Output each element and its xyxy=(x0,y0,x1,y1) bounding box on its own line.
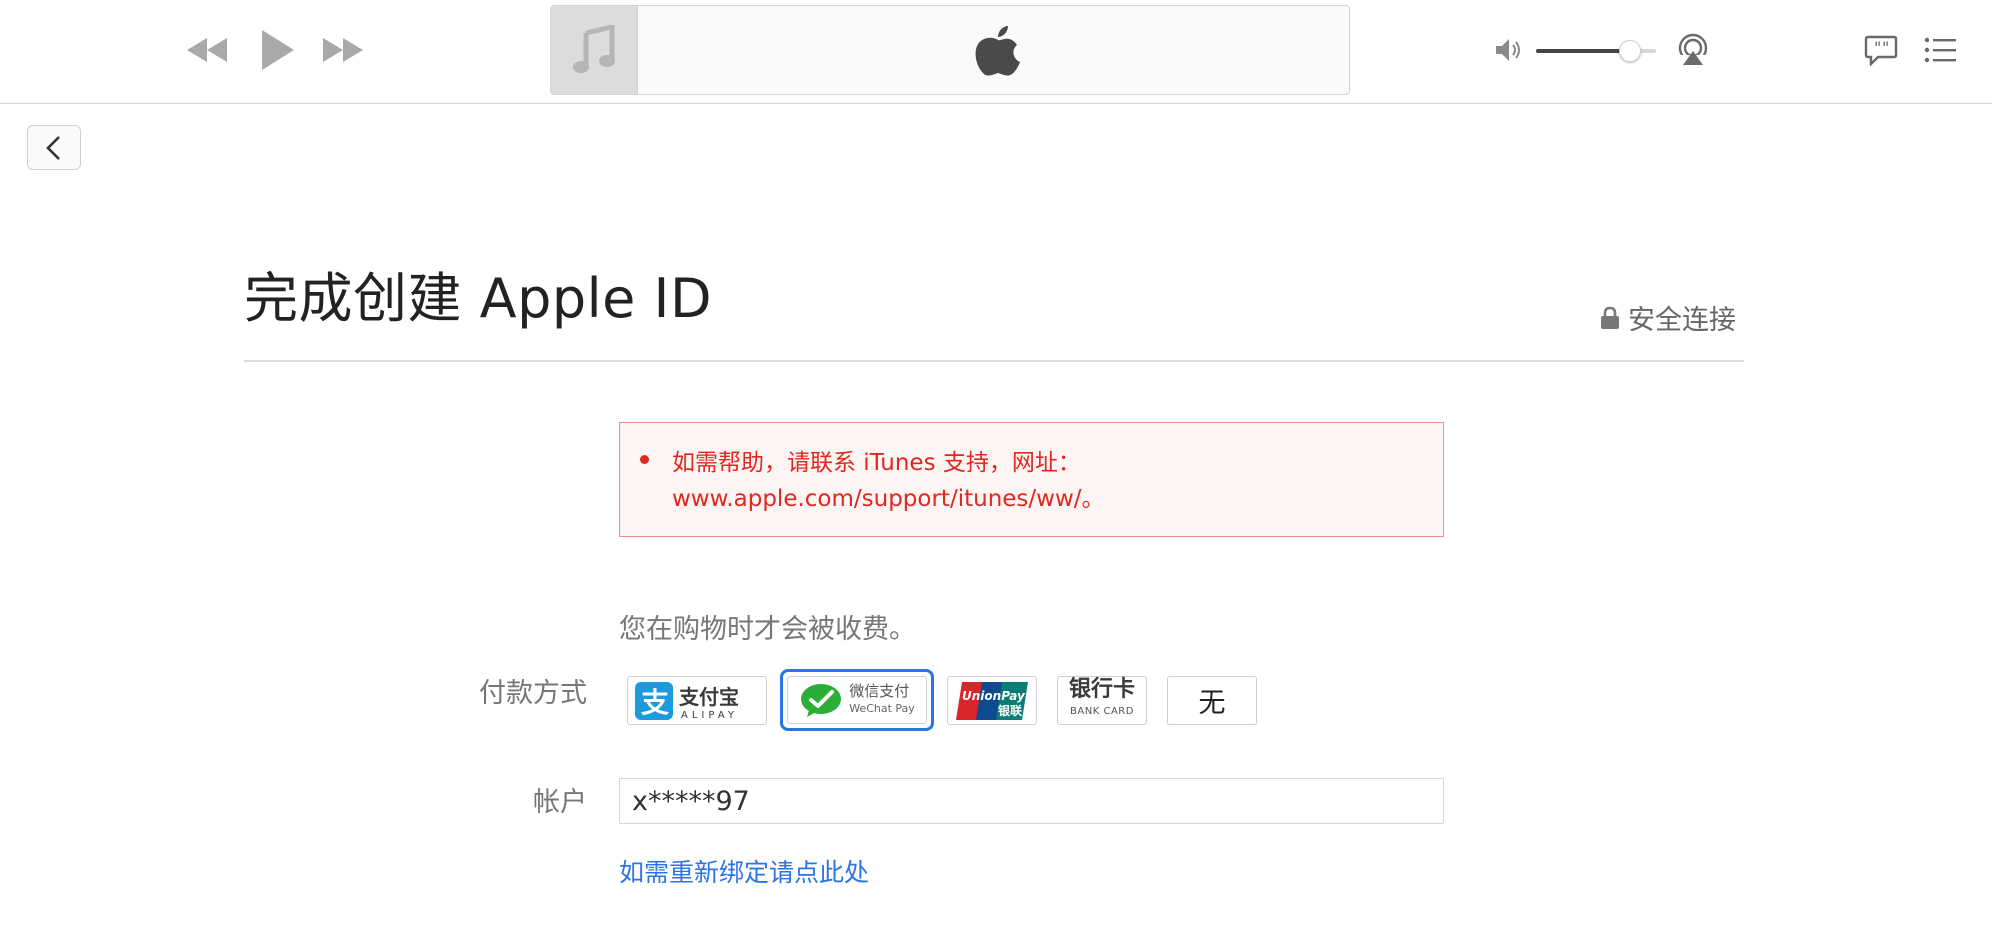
chevron-left-icon xyxy=(46,135,60,160)
lock-icon xyxy=(1601,306,1619,329)
wechat-name-en: WeChat Pay xyxy=(849,702,915,715)
secure-connection-indicator: 安全连接 xyxy=(1600,298,1736,337)
alipay-name-en: ALIPAY xyxy=(681,710,738,721)
unionpay-name-en: UnionPay xyxy=(962,689,1026,703)
wechat-pay-logo: 微信支付 WeChat Pay xyxy=(787,676,927,724)
payment-method-label: 付款方式 xyxy=(479,678,587,709)
volume-level-fill xyxy=(1536,49,1630,53)
rewind-button[interactable] xyxy=(180,28,234,72)
unionpay-logo: UnionPay 银联 xyxy=(956,681,1028,720)
alipay-name-cn: 支付宝 xyxy=(679,685,739,709)
music-note-icon xyxy=(573,25,615,73)
svg-text:支: 支 xyxy=(641,686,669,719)
now-playing-display xyxy=(550,5,1350,95)
payment-option-none[interactable]: 无 xyxy=(1167,676,1257,725)
payment-option-bank-card[interactable]: 银行卡 BANK CARD xyxy=(1057,676,1147,725)
payment-option-alipay[interactable]: 支 支付宝 ALIPAY xyxy=(627,676,767,725)
list-icon[interactable] xyxy=(1924,36,1956,64)
lyrics-bubble-icon[interactable]: " " xyxy=(1864,34,1898,66)
charge-note: 您在购物时才会被收费。 xyxy=(619,614,916,645)
fast-forward-icon xyxy=(323,38,363,62)
alert-line-1: 如需帮助，请联系 iTunes 支持，网址： xyxy=(672,450,1081,476)
airplay-icon[interactable] xyxy=(1676,33,1710,67)
play-button[interactable] xyxy=(254,24,300,76)
bank-card-logo: 银行卡 BANK CARD xyxy=(1068,676,1135,723)
secure-connection-label: 安全连接 xyxy=(1628,305,1736,336)
account-label: 帐户 xyxy=(533,787,587,818)
toolbar: " " xyxy=(0,0,1992,104)
alert-line-2: www.apple.com/support/itunes/ww/。 xyxy=(672,486,1105,512)
play-icon xyxy=(262,30,294,70)
speaker-icon xyxy=(1496,39,1520,61)
wechat-check-icon xyxy=(801,684,842,717)
payment-option-none-label: 无 xyxy=(1198,688,1226,719)
svg-text:": " xyxy=(1882,38,1889,57)
payment-option-unionpay[interactable]: UnionPay 银联 xyxy=(947,676,1037,725)
divider xyxy=(244,360,1744,362)
rewind-icon xyxy=(187,38,227,62)
bank-card-name-cn: 银行卡 xyxy=(1068,676,1135,702)
error-alert: 如需帮助，请联系 iTunes 支持，网址： www.apple.com/sup… xyxy=(619,422,1444,537)
unionpay-name-cn: 银联 xyxy=(998,703,1022,718)
volume-slider-knob[interactable] xyxy=(1618,40,1641,62)
rebind-link[interactable]: 如需重新绑定请点此处 xyxy=(619,853,869,889)
alert-bullet xyxy=(640,455,649,464)
album-art-placeholder xyxy=(551,6,638,94)
bank-card-name-en: BANK CARD xyxy=(1070,705,1134,717)
svg-text:": " xyxy=(1874,38,1881,57)
back-button[interactable] xyxy=(27,125,81,170)
alert-message: 如需帮助，请联系 iTunes 支持，网址： www.apple.com/sup… xyxy=(672,445,1432,517)
page-title: 完成创建 Apple ID xyxy=(244,267,713,330)
wechat-name-cn: 微信支付 xyxy=(849,682,910,700)
alipay-logo: 支 支付宝 ALIPAY xyxy=(635,681,739,721)
apple-logo-icon xyxy=(975,26,1020,76)
fast-forward-button[interactable] xyxy=(316,28,370,72)
account-field[interactable] xyxy=(619,778,1444,824)
payment-option-wechat-pay[interactable]: 微信支付 WeChat Pay xyxy=(780,669,934,731)
